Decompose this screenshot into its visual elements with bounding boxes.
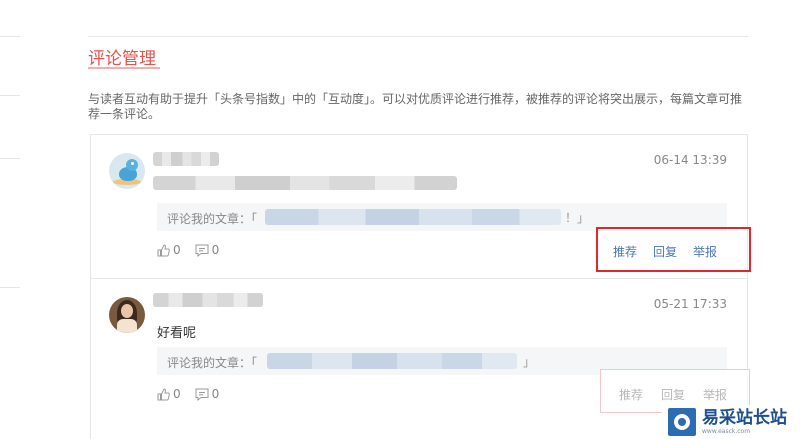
highlight-box (596, 227, 751, 272)
reply-button[interactable]: 回复 (661, 386, 685, 403)
left-sidebar-edge (0, 0, 20, 439)
page-title: 评论管理 (88, 49, 156, 69)
sidebar-divider (0, 95, 20, 96)
comment-time: 05-21 17:33 (653, 297, 727, 311)
like-count: 0 (173, 243, 181, 257)
avatar[interactable] (109, 297, 145, 333)
commenter-name-blurred[interactable] (153, 293, 263, 307)
sidebar-divider (0, 287, 20, 288)
comment-icon (195, 388, 209, 401)
title-underline (88, 67, 160, 69)
comment-text-blurred (153, 176, 457, 190)
site-logo-icon (668, 408, 696, 436)
thumb-up-icon (157, 388, 170, 400)
quote-close: ！」 (565, 211, 590, 225)
commenter-name-blurred[interactable] (153, 152, 219, 166)
page-description: 与读者互动有助于提升「头条号指数」中的「互动度」。可以对优质评论进行推荐，被推荐… (88, 92, 743, 121)
site-watermark: 易采站长站 www.easck.com (662, 405, 800, 439)
comment-icon (195, 244, 209, 257)
reply-count: 0 (211, 387, 220, 401)
recommend-button[interactable]: 推荐 (619, 386, 643, 403)
sidebar-divider (0, 36, 20, 37)
like-count: 0 (173, 387, 181, 401)
watermark-name: 易采站长站 (702, 407, 787, 428)
quote-label: 评论我的文章：「 (167, 212, 258, 226)
comment-stats: 0 0 (157, 243, 233, 257)
report-button[interactable]: 举报 (703, 386, 727, 403)
sidebar-divider (0, 158, 20, 159)
quote-label: 评论我的文章：「 (167, 356, 258, 370)
comment-item: 05-21 17:33 好看呢 评论我的文章：「 」 0 0 (91, 279, 747, 439)
comment-text: 好看呢 (157, 326, 197, 341)
avatar[interactable] (109, 153, 145, 189)
watermark-url: www.easck.com (702, 427, 751, 435)
article-title-blurred[interactable] (265, 209, 561, 225)
reply-count: 0 (211, 243, 220, 257)
like-stat[interactable]: 0 (157, 243, 181, 257)
reply-stat[interactable]: 0 (195, 387, 220, 401)
top-divider (88, 36, 748, 37)
thumb-up-icon (157, 244, 170, 256)
quote-close: 」 (523, 355, 536, 369)
comment-time: 06-14 13:39 (653, 153, 727, 167)
article-title-blurred[interactable] (267, 353, 517, 369)
comment-stats: 0 0 (157, 387, 233, 401)
reply-stat[interactable]: 0 (195, 243, 220, 257)
like-stat[interactable]: 0 (157, 387, 181, 401)
